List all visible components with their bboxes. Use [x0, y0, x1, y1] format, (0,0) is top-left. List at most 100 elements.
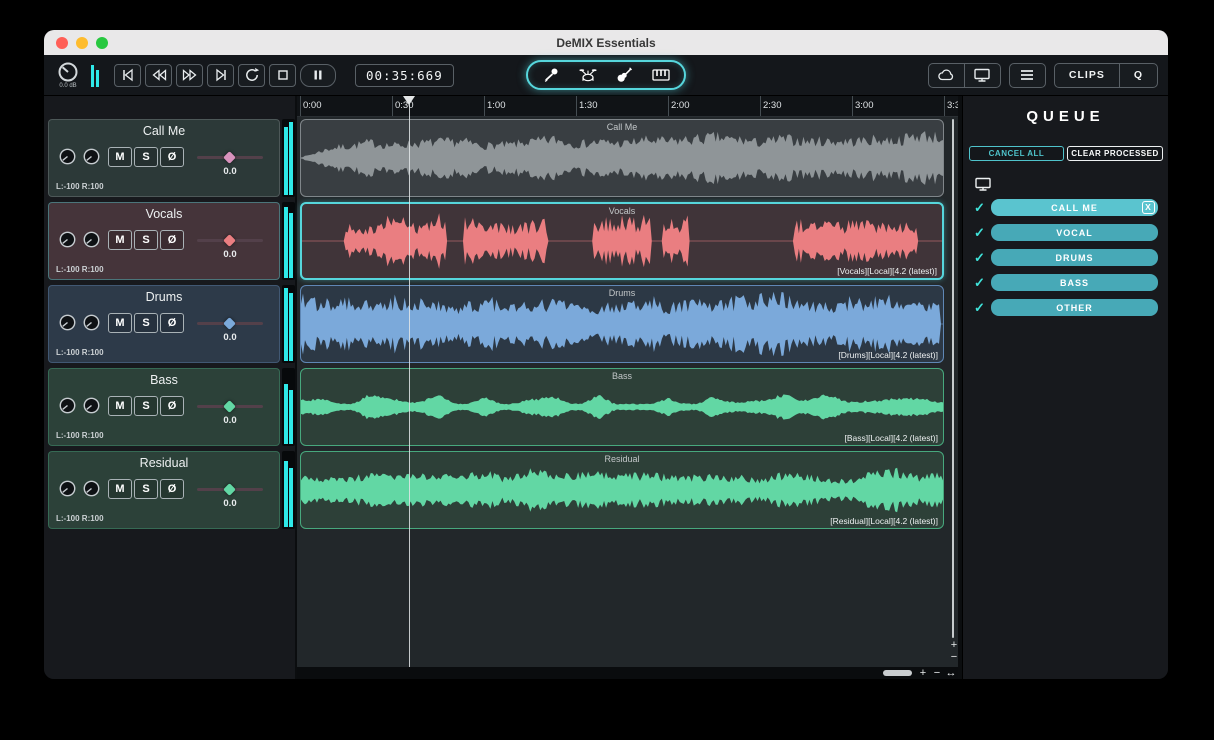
- queue-item-pill[interactable]: OTHER: [991, 299, 1158, 316]
- phase-button[interactable]: Ø: [160, 396, 184, 416]
- piano-icon[interactable]: [648, 64, 674, 86]
- zoom-window-button[interactable]: [96, 36, 108, 49]
- solo-button[interactable]: S: [134, 396, 158, 416]
- microphone-icon[interactable]: [538, 64, 564, 86]
- phase-button[interactable]: Ø: [160, 230, 184, 250]
- volume-slider[interactable]: [197, 399, 263, 413]
- clear-processed-button[interactable]: CLEAR PROCESSED: [1067, 146, 1163, 161]
- track-header-card[interactable]: Drums M S Ø 0.0 L:-100 R:100: [48, 285, 280, 363]
- check-icon[interactable]: ✓: [974, 200, 985, 216]
- cloud-processing-button[interactable]: [929, 64, 964, 87]
- close-window-button[interactable]: [56, 36, 68, 49]
- clip-title: Bass: [611, 371, 632, 381]
- phase-button[interactable]: Ø: [160, 479, 184, 499]
- cancel-all-button[interactable]: CANCEL ALL: [969, 146, 1064, 161]
- pan-knob[interactable]: [82, 230, 101, 249]
- volume-slider[interactable]: [197, 482, 263, 496]
- gain-knob[interactable]: [58, 396, 77, 415]
- clip-drums[interactable]: Drums [Drums][Local][4.2 (latest)]: [300, 285, 944, 363]
- drums-icon[interactable]: [575, 64, 601, 86]
- hamburger-icon: [1021, 70, 1034, 80]
- check-icon[interactable]: ✓: [974, 275, 985, 291]
- track-level-meter: [282, 285, 295, 363]
- volume-slider[interactable]: [197, 316, 263, 330]
- vertical-zoom-in-button[interactable]: +: [947, 640, 961, 651]
- zoom-fit-button[interactable]: ↔: [945, 667, 957, 679]
- playhead-line[interactable]: [409, 96, 410, 667]
- track-buttons: M S Ø: [108, 147, 184, 167]
- queue-toggle-button[interactable]: Q: [1120, 64, 1157, 87]
- track-header-card[interactable]: Vocals M S Ø 0.0 L:-100 R:100: [48, 202, 280, 280]
- local-processing-button[interactable]: [965, 64, 1000, 87]
- stem-selector[interactable]: [526, 60, 686, 90]
- mute-button[interactable]: M: [108, 230, 132, 250]
- rewind-button[interactable]: [145, 63, 172, 87]
- pan-knob[interactable]: [82, 396, 101, 415]
- loop-icon: [245, 67, 259, 81]
- skip-start-button[interactable]: [114, 63, 141, 87]
- mute-button[interactable]: M: [108, 313, 132, 333]
- queue-item-pill[interactable]: BASS: [991, 274, 1158, 291]
- timeline-ruler[interactable]: 0:000:301:001:302:002:303:003:30: [297, 96, 958, 117]
- queue-item-pill[interactable]: CALL ME X: [991, 199, 1158, 216]
- track-header-card[interactable]: Residual M S Ø 0.0 L:-100 R:100: [48, 451, 280, 529]
- solo-button[interactable]: S: [134, 313, 158, 333]
- phase-button[interactable]: Ø: [160, 313, 184, 333]
- fast-forward-button[interactable]: [176, 63, 203, 87]
- close-icon[interactable]: X: [1142, 200, 1155, 214]
- track-header-card[interactable]: Call Me M S Ø 0.0 L:-100 R:100: [48, 119, 280, 197]
- clip-call-me[interactable]: Call Me: [300, 119, 944, 197]
- clips-button[interactable]: CLIPS: [1055, 64, 1119, 87]
- gain-knob[interactable]: [58, 230, 77, 249]
- pan-knob[interactable]: [82, 313, 101, 332]
- mute-button[interactable]: M: [108, 147, 132, 167]
- queue-item-pill[interactable]: DRUMS: [991, 249, 1158, 266]
- check-icon[interactable]: ✓: [974, 225, 985, 241]
- vertical-scrollbar-thumb[interactable]: [952, 119, 954, 638]
- stop-button[interactable]: [269, 63, 296, 87]
- check-icon[interactable]: ✓: [974, 250, 985, 266]
- phase-button[interactable]: Ø: [160, 147, 184, 167]
- master-gain-label: 0.0 dB: [59, 82, 77, 89]
- volume-slider[interactable]: [197, 233, 263, 247]
- master-gain-knob[interactable]: 0.0 dB: [54, 61, 82, 90]
- mute-button[interactable]: M: [108, 396, 132, 416]
- track-buttons: M S Ø: [108, 313, 184, 333]
- skip-end-button[interactable]: [207, 63, 234, 87]
- horizontal-scrollbar[interactable]: + − ↔: [297, 667, 958, 679]
- solo-button[interactable]: S: [134, 147, 158, 167]
- window-controls: [56, 30, 108, 55]
- vertical-zoom-out-button[interactable]: −: [947, 652, 961, 663]
- gain-knob[interactable]: [58, 479, 77, 498]
- clip-bass[interactable]: Bass [Bass][Local][4.2 (latest)]: [300, 368, 944, 446]
- menu-button[interactable]: [1010, 64, 1045, 87]
- zoom-in-button[interactable]: +: [917, 667, 929, 679]
- volume-slider[interactable]: [197, 150, 263, 164]
- check-icon[interactable]: ✓: [974, 300, 985, 316]
- gain-knob[interactable]: [58, 147, 77, 166]
- pause-button[interactable]: [300, 63, 336, 87]
- horizontal-scrollbar-thumb[interactable]: [883, 670, 912, 676]
- device-monitor-icon: [974, 176, 992, 197]
- clip-residual[interactable]: Residual [Residual][Local][4.2 (latest)]: [300, 451, 944, 529]
- time-display[interactable]: 00:35:669: [355, 63, 454, 87]
- solo-button[interactable]: S: [134, 479, 158, 499]
- panels-group: CLIPS Q: [1053, 62, 1158, 88]
- clip-vocals[interactable]: Vocals [Vocals][Local][4.2 (latest)]: [300, 202, 944, 280]
- minimize-window-button[interactable]: [76, 36, 88, 49]
- skip-start-icon: [122, 68, 133, 82]
- pan-knob[interactable]: [82, 479, 101, 498]
- zoom-out-button[interactable]: −: [931, 667, 943, 679]
- vertical-scrollbar[interactable]: [948, 119, 958, 667]
- track-level-meter: [282, 202, 295, 280]
- loop-button[interactable]: [238, 63, 265, 87]
- solo-button[interactable]: S: [134, 230, 158, 250]
- volume-value: 0.0: [223, 332, 237, 343]
- mute-button[interactable]: M: [108, 479, 132, 499]
- queue-item-pill[interactable]: VOCAL: [991, 224, 1158, 241]
- track-header-card[interactable]: Bass M S Ø 0.0 L:-100 R:100: [48, 368, 280, 446]
- pan-knob[interactable]: [82, 147, 101, 166]
- gain-knob[interactable]: [58, 313, 77, 332]
- guitar-icon[interactable]: [611, 64, 637, 86]
- playhead-marker[interactable]: [403, 96, 415, 105]
